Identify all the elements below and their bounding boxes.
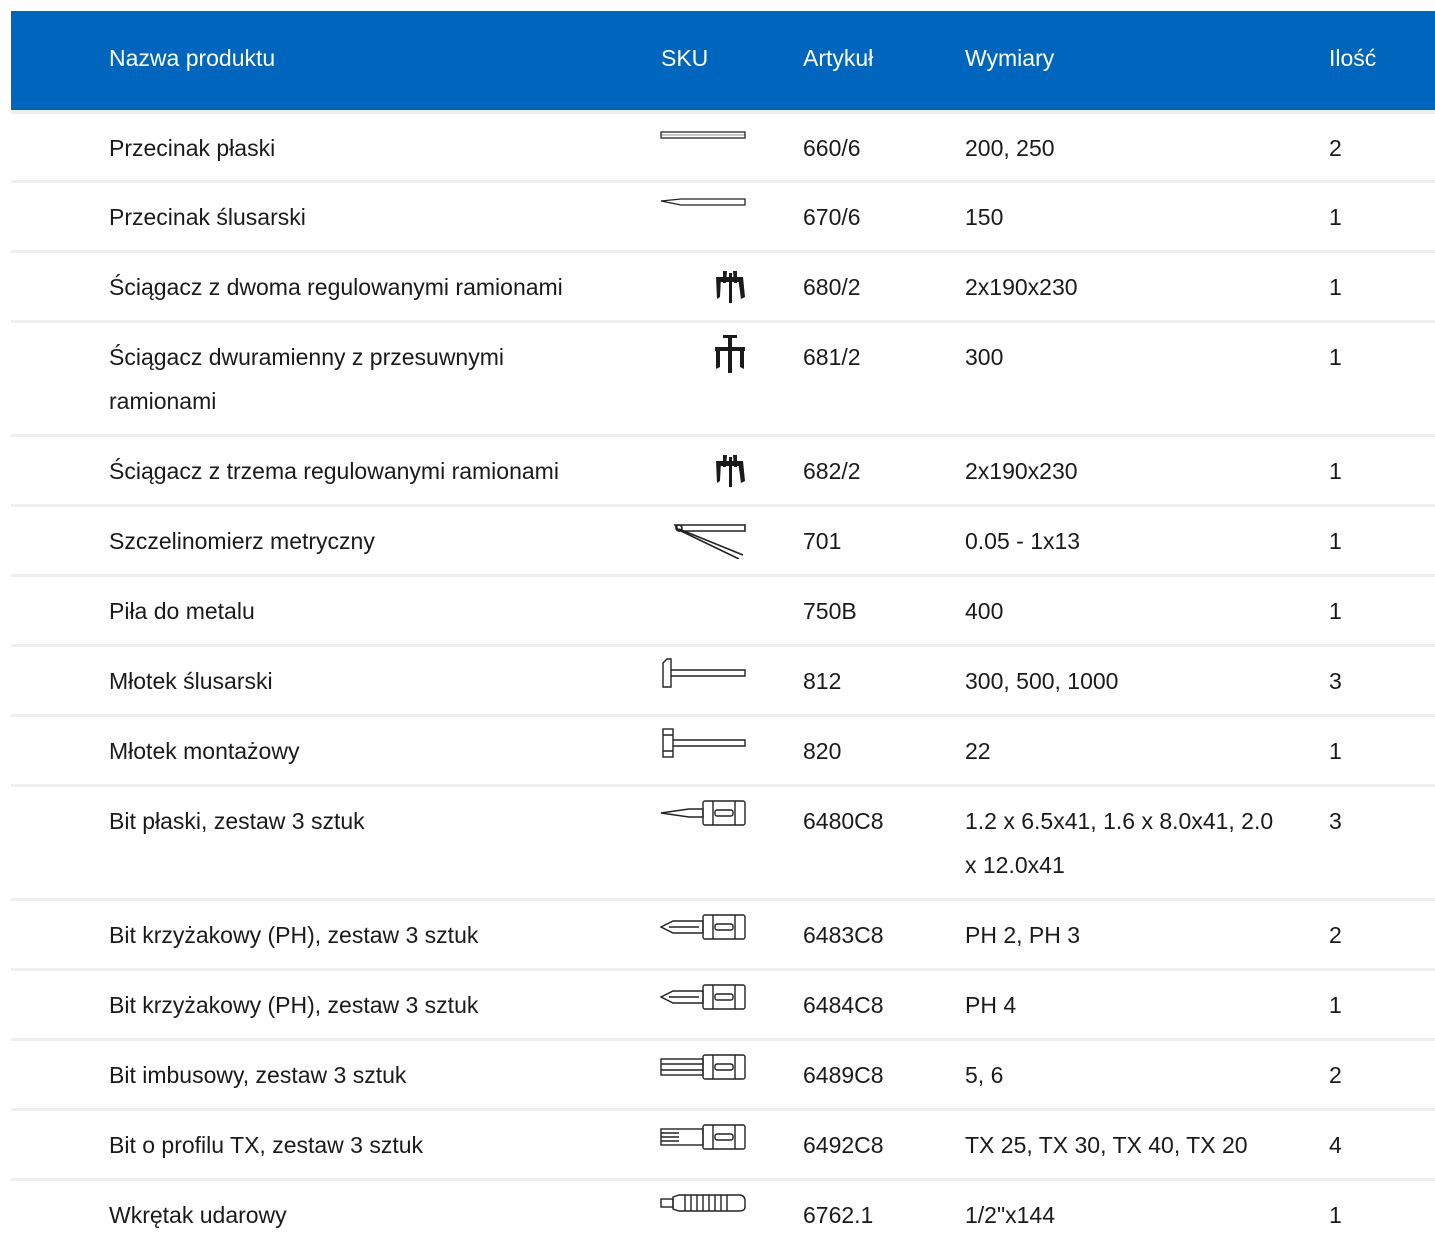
article-number: 682/2	[803, 458, 861, 484]
table-row: Bit o profilu TX, zestaw 3 sztuk 6492C8 …	[11, 1108, 1435, 1178]
quantity: 2	[1329, 135, 1342, 161]
assembly-hammer-icon	[659, 725, 749, 769]
dimensions: 300	[965, 344, 1004, 370]
quantity: 2	[1329, 922, 1342, 948]
product-name: Wkrętak udarowy	[109, 1202, 287, 1228]
dimensions: 300, 500, 1000	[965, 668, 1119, 694]
dimensions: 400	[965, 598, 1004, 624]
article-number: 701	[803, 528, 842, 554]
column-header-dimensions: Wymiary	[965, 45, 1055, 71]
table-row: Wkrętak udarowy 6762.1 1/2"x144 1	[11, 1178, 1435, 1240]
table-row: Przecinak płaski 660/6 200, 250 2	[11, 110, 1435, 180]
dimensions: 22	[965, 738, 991, 764]
locksmith-hammer-icon	[659, 655, 749, 699]
three-arm-puller-icon	[659, 445, 749, 489]
dimensions: 1.2 x 6.5x41, 1.6 x 8.0x41, 2.0 x 12.0x4…	[965, 808, 1274, 878]
article-number: 6492C8	[803, 1132, 884, 1158]
phillips-bit-icon	[659, 909, 749, 953]
flat-chisel-icon	[659, 122, 749, 166]
article-number: 660/6	[803, 135, 861, 161]
flat-bit-icon	[659, 795, 749, 839]
sliding-arm-puller-icon	[659, 331, 749, 375]
product-name: Młotek montażowy	[109, 738, 300, 764]
article-number: 680/2	[803, 274, 861, 300]
product-name: Bit krzyżakowy (PH), zestaw 3 sztuk	[109, 992, 479, 1018]
dimensions: 0.05 - 1x13	[965, 528, 1081, 554]
article-number: 812	[803, 668, 842, 694]
quantity: 1	[1329, 528, 1342, 554]
quantity: 1	[1329, 598, 1342, 624]
quantity: 3	[1329, 808, 1342, 834]
quantity: 4	[1329, 1132, 1342, 1158]
table-row: Bit imbusowy, zestaw 3 sztuk 6489C8 5, 6…	[11, 1038, 1435, 1108]
table-row: Bit krzyżakowy (PH), zestaw 3 sztuk 6484…	[11, 968, 1435, 1038]
table-row: Ściągacz z dwoma regulowanymi ramionami …	[11, 250, 1435, 320]
product-name: Bit o profilu TX, zestaw 3 sztuk	[109, 1132, 424, 1158]
product-name: Bit płaski, zestaw 3 sztuk	[109, 808, 365, 834]
product-name: Przecinak ślusarski	[109, 204, 306, 230]
article-number: 670/6	[803, 204, 861, 230]
column-header-name: Nazwa produktu	[109, 45, 276, 71]
product-name: Przecinak płaski	[109, 135, 276, 161]
table-row: Szczelinomierz metryczny 701 0.05 - 1x13…	[11, 504, 1435, 574]
product-name: Ściągacz z dwoma regulowanymi ramionami	[109, 274, 563, 300]
dimensions: TX 25, TX 30, TX 40, TX 20	[965, 1132, 1248, 1158]
table-row: Młotek ślusarski 812 300, 500, 1000 3	[11, 644, 1435, 714]
feeler-gauge-icon	[659, 515, 749, 559]
cross-cut-chisel-icon	[659, 191, 749, 235]
two-arm-puller-icon	[659, 261, 749, 305]
hex-bit-icon	[659, 1049, 749, 1093]
quantity: 1	[1329, 992, 1342, 1018]
dimensions: PH 4	[965, 992, 1017, 1018]
product-name: Szczelinomierz metryczny	[109, 528, 375, 554]
impact-driver-icon	[659, 1189, 749, 1233]
quantity: 1	[1329, 458, 1342, 484]
table-row: Bit krzyżakowy (PH), zestaw 3 sztuk 6483…	[11, 898, 1435, 968]
dimensions: 2x190x230	[965, 458, 1078, 484]
table-row: Ściągacz dwuramienny z przesuwnymi ramio…	[11, 320, 1435, 434]
article-number: 6762.1	[803, 1202, 874, 1228]
table-row: Bit płaski, zestaw 3 sztuk 6480C8 1.2 x …	[11, 784, 1435, 898]
product-name: Ściągacz z trzema regulowanymi ramionami	[109, 458, 559, 484]
dimensions: 200, 250	[965, 135, 1055, 161]
quantity: 1	[1329, 274, 1342, 300]
dimensions: 1/2"x144	[965, 1202, 1056, 1228]
product-name: Młotek ślusarski	[109, 668, 273, 694]
quantity: 1	[1329, 204, 1342, 230]
article-number: 6480C8	[803, 808, 884, 834]
phillips-bit-icon	[659, 979, 749, 1023]
table-row: Ściągacz z trzema regulowanymi ramionami…	[11, 434, 1435, 504]
article-number: 6483C8	[803, 922, 884, 948]
product-table: Nazwa produktu SKU Artykuł Wymiary Ilość…	[11, 11, 1435, 1240]
product-name: Piła do metalu	[109, 598, 255, 624]
article-number: 681/2	[803, 344, 861, 370]
product-name: Bit krzyżakowy (PH), zestaw 3 sztuk	[109, 922, 479, 948]
product-name: Bit imbusowy, zestaw 3 sztuk	[109, 1062, 407, 1088]
torx-bit-icon	[659, 1119, 749, 1163]
dimensions: 5, 6	[965, 1062, 1004, 1088]
column-header-qty: Ilość	[1329, 45, 1377, 71]
article-number: 820	[803, 738, 842, 764]
dimensions: 2x190x230	[965, 274, 1078, 300]
dimensions: 150	[965, 204, 1004, 230]
article-number: 6489C8	[803, 1062, 884, 1088]
table-row: Przecinak ślusarski 670/6 150 1	[11, 180, 1435, 250]
quantity: 1	[1329, 344, 1342, 370]
quantity: 1	[1329, 738, 1342, 764]
quantity: 3	[1329, 668, 1342, 694]
table-row: Młotek montażowy 820 22 1	[11, 714, 1435, 784]
column-header-article: Artykuł	[803, 45, 874, 71]
column-header-sku: SKU	[661, 45, 709, 71]
dimensions: PH 2, PH 3	[965, 922, 1081, 948]
product-name: Ściągacz dwuramienny z przesuwnymi ramio…	[109, 344, 504, 414]
article-number: 750B	[803, 598, 857, 624]
article-number: 6484C8	[803, 992, 884, 1018]
quantity: 1	[1329, 1202, 1342, 1228]
table-row: Piła do metalu 750B 400 1	[11, 574, 1435, 644]
quantity: 2	[1329, 1062, 1342, 1088]
table-header: Nazwa produktu SKU Artykuł Wymiary Ilość	[11, 11, 1435, 110]
